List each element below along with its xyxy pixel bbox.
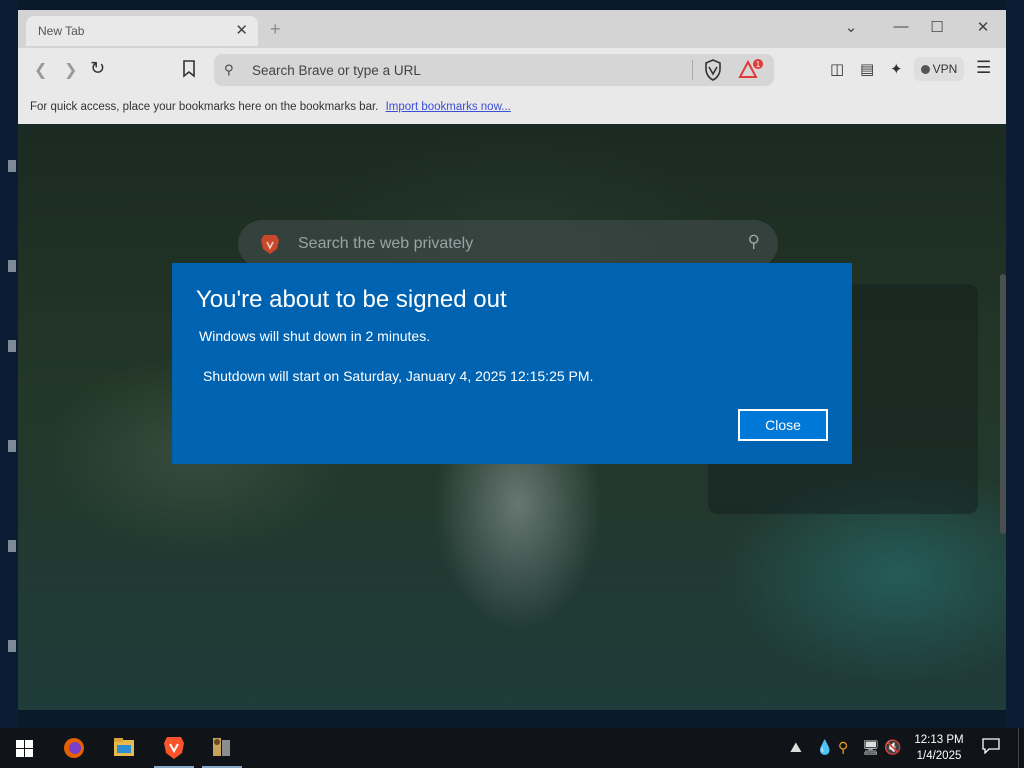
drop-icon[interactable]: 💧 [816,739,833,756]
desktop-left-strip [0,0,18,728]
app-icon[interactable] [200,728,244,768]
desktop-icon-label-fragment[interactable] [8,540,16,552]
back-arrow-icon[interactable]: ❮ [34,60,47,80]
window-close-button[interactable]: ✕ [968,18,998,36]
vpn-button[interactable]: VPN [914,57,964,81]
browser-toolbar: ❮ ❯ ↻ ⚲ Search Brave or type a URL 1 ◫ ▤… [18,48,1006,92]
close-button[interactable]: Close [738,409,828,441]
windows-start-icon[interactable] [16,740,33,757]
ntp-search-input[interactable]: Search the web privately [298,235,473,253]
tab-list-chevron-icon[interactable]: ⌄ [836,18,866,36]
clock-date: 1/4/2025 [916,750,962,762]
minimize-button[interactable]: — [886,18,916,35]
bookmark-icon[interactable] [182,60,196,78]
search-icon: ⚲ [224,62,234,77]
url-bar[interactable]: ⚲ Search Brave or type a URL 1 [214,54,774,86]
network-icon[interactable]: ⛰ [790,739,802,756]
tab-close-icon[interactable]: ✕ [235,21,248,39]
brave-shields-icon[interactable] [704,59,722,81]
hamburger-menu-icon[interactable]: ☰ [976,58,991,78]
search-icon: ⚲ [747,232,760,251]
desktop-icon-label-fragment[interactable] [8,260,16,272]
bookmarks-bar-text: For quick access, place your bookmarks h… [30,101,379,113]
clock-time: 12:13 PM [914,734,964,746]
url-input[interactable]: Search Brave or type a URL [252,63,421,78]
tab-strip: New Tab ✕ + ⌄ — ☐ ✕ [18,10,1006,48]
file-explorer-icon[interactable] [102,728,146,768]
desktop-icon-label-fragment[interactable] [8,340,16,352]
action-center-icon[interactable] [982,738,1000,754]
search-icon[interactable]: ⚲ [838,739,848,756]
scrollbar[interactable] [1000,274,1006,534]
brave-rewards-icon[interactable]: 1 [738,59,764,81]
dialog-message: Windows will shut down in 2 minutes. [199,328,431,344]
taskbar-clock[interactable]: 12:13 PM 1/4/2025 [902,732,976,764]
dialog-title: You're about to be signed out [196,286,507,313]
tab-title: New Tab [38,24,85,38]
import-bookmarks-link[interactable]: Import bookmarks now... [386,101,511,113]
reload-icon[interactable]: ↻ [90,58,105,79]
forward-arrow-icon[interactable]: ❯ [64,60,77,80]
vpn-status-icon [920,65,930,74]
display-icon[interactable]: 🖥 [862,739,880,756]
wallet-icon[interactable]: ▤ [860,60,874,78]
desktop-right-strip [1006,0,1024,728]
desktop-icon-label-fragment[interactable] [8,440,16,452]
desktop-icon-label-fragment[interactable] [8,640,16,652]
desktop-icon-label-fragment[interactable] [8,160,16,172]
firefox-icon[interactable] [52,728,96,768]
show-desktop-button[interactable] [1018,728,1024,768]
maximize-button[interactable]: ☐ [922,18,952,36]
volume-muted-icon[interactable]: 🔇 [884,739,901,756]
dialog-detail: Shutdown will start on Saturday, January… [203,368,594,384]
url-divider [692,60,693,80]
bookmarks-bar-message: For quick access, place your bookmarks h… [30,101,511,113]
tab-new-tab[interactable]: New Tab ✕ [26,16,258,46]
rewards-badge: 1 [756,60,761,69]
ntp-search-box[interactable]: Search the web privately ⚲ [238,220,778,268]
leo-ai-icon[interactable]: ✦ [890,60,903,78]
taskbar: ⛰ 💧 ⚲ 🖥 🔇 12:13 PM 1/4/2025 [0,728,1024,768]
brave-icon[interactable] [152,728,196,768]
sidebar-icon[interactable]: ◫ [830,60,844,78]
vpn-label: VPN [932,62,958,76]
brave-logo-icon [261,235,279,254]
bookmarks-bar: For quick access, place your bookmarks h… [18,92,1006,124]
new-tab-button[interactable]: + [270,19,281,40]
shutdown-dialog: You're about to be signed out Windows wi… [172,263,852,464]
